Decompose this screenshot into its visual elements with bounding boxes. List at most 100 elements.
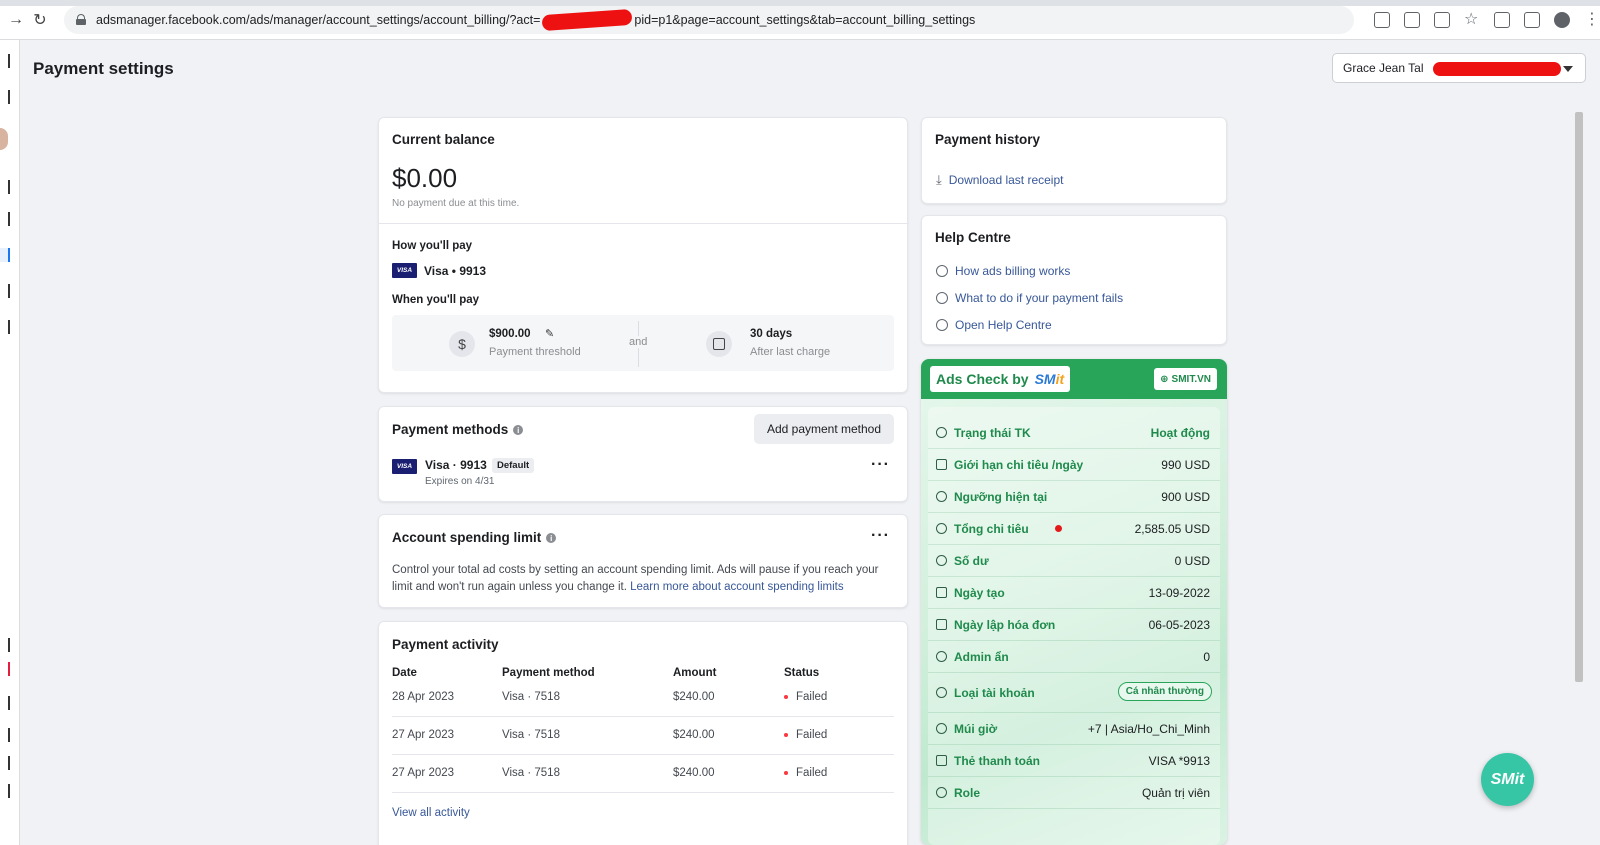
- share-icon[interactable]: [1434, 11, 1450, 28]
- payment-history-card: Payment history ⤓ Download last receipt: [921, 117, 1227, 204]
- info-row-threshold: Ngưỡng hiện tại 900 USD: [928, 481, 1220, 513]
- view-all-activity-link[interactable]: View all activity: [392, 807, 470, 819]
- help-link-open-help[interactable]: Open Help Centre: [936, 316, 1052, 334]
- page-scrollbar[interactable]: [1573, 98, 1585, 828]
- info-label: Ngày tạo: [954, 586, 1005, 600]
- column-header-method[interactable]: Payment method: [502, 667, 595, 679]
- edit-pencil-icon[interactable]: ✎: [545, 327, 554, 340]
- info-value: 0 USD: [1174, 554, 1210, 568]
- campaigns-icon[interactable]: [0, 180, 10, 194]
- clock-icon[interactable]: [0, 284, 10, 298]
- help-icon[interactable]: [0, 728, 10, 742]
- info-row-invoice-date: Ngày lập hóa đơn 06-05-2023: [928, 609, 1220, 641]
- alert-dot-icon: [1055, 525, 1062, 532]
- page-icon[interactable]: [0, 784, 10, 798]
- help-link-payment-fails[interactable]: What to do if your payment fails: [936, 289, 1123, 307]
- row-amount: $240.00: [673, 691, 715, 703]
- info-value: 2,585.05 USD: [1134, 522, 1210, 536]
- home-icon[interactable]: [0, 54, 10, 68]
- row-date: 27 Apr 2023: [392, 767, 455, 779]
- lock-icon: [76, 14, 86, 25]
- spending-limit-card: Account spending limit i ··· Control your…: [378, 514, 908, 608]
- column-header-date[interactable]: Date: [392, 667, 417, 679]
- when-you-pay-label: When you'll pay: [392, 294, 480, 306]
- smit-floating-button[interactable]: SMit: [1481, 753, 1534, 806]
- status-value: Hoạt động: [1150, 426, 1210, 440]
- more-options-icon[interactable]: ···: [871, 456, 890, 474]
- info-label: Số dư: [954, 554, 989, 568]
- info-value: 990 USD: [1161, 458, 1210, 472]
- avatar[interactable]: [0, 128, 8, 150]
- forward-icon[interactable]: →: [8, 10, 24, 30]
- help-link-open-help-text: Open Help Centre: [955, 318, 1052, 332]
- calendar-icon: [706, 331, 732, 357]
- calendar-icon: [936, 587, 947, 598]
- smit-logo: SMit: [1035, 371, 1065, 387]
- info-label: Loại tài khoản: [954, 686, 1035, 700]
- menu-icon[interactable]: [0, 90, 10, 104]
- reload-icon[interactable]: ↻: [32, 10, 48, 30]
- column-header-amount[interactable]: Amount: [673, 667, 716, 679]
- info-icon[interactable]: i: [513, 425, 524, 436]
- gear-icon[interactable]: [0, 638, 10, 652]
- learn-more-link[interactable]: Learn more about account spending limits: [630, 581, 844, 593]
- column-header-status[interactable]: Status: [784, 667, 819, 679]
- row-status-text: Failed: [796, 767, 828, 779]
- ads-check-title-text: Ads Check by: [936, 371, 1029, 387]
- bug-icon[interactable]: [0, 756, 10, 770]
- profile-icon[interactable]: [1554, 11, 1570, 28]
- menu-kebab-icon[interactable]: ⋮: [1584, 11, 1600, 28]
- info-label: Role: [954, 786, 981, 800]
- browser-toolbar: → ↻ adsmanager.facebook.com/ads/manager/…: [0, 0, 1600, 40]
- info-value: 900 USD: [1161, 490, 1210, 504]
- search-icon[interactable]: [0, 696, 10, 710]
- info-value: Quản trị viên: [1141, 786, 1210, 800]
- table-icon: [936, 459, 947, 470]
- row-method: Visa · 7518: [502, 691, 560, 703]
- and-label: and: [628, 336, 649, 348]
- account-selector[interactable]: Grace Jean Tal: [1332, 53, 1586, 83]
- smit-site-link[interactable]: ⊕ SMIT.VN: [1154, 368, 1217, 390]
- days-value: 30 days: [750, 328, 793, 340]
- help-link-billing[interactable]: How ads billing works: [936, 262, 1070, 280]
- table-row[interactable]: 28 Apr 2023 Visa · 7518 $240.00 Failed: [392, 679, 894, 717]
- help-centre-title: Help Centre: [935, 230, 1011, 245]
- spending-limit-description: Control your total ad costs by setting a…: [392, 562, 892, 596]
- info-row-account-type: Loại tài khoản Cá nhân thường: [928, 673, 1220, 713]
- smit-logo-a: SM: [1034, 371, 1056, 387]
- settings-icon[interactable]: [0, 320, 10, 334]
- help-link-payment-fails-text: What to do if your payment fails: [955, 291, 1124, 305]
- add-payment-method-button[interactable]: Add payment method: [754, 414, 894, 444]
- billing-icon[interactable]: [0, 248, 10, 262]
- flag-icon[interactable]: [0, 212, 10, 226]
- info-row-balance: Số dư 0 USD: [928, 545, 1220, 577]
- table-row[interactable]: 27 Apr 2023 Visa · 7518 $240.00 Failed: [392, 755, 894, 793]
- extensions-icon[interactable]: [1494, 11, 1510, 28]
- help-link-billing-text: How ads billing works: [955, 264, 1071, 278]
- address-bar[interactable]: adsmanager.facebook.com/ads/manager/acco…: [64, 5, 1354, 34]
- how-you-pay-label: How you'll pay: [392, 240, 473, 252]
- smit-site-text: SMIT.VN: [1171, 373, 1211, 385]
- row-status: Failed: [784, 729, 827, 741]
- scrollbar-thumb[interactable]: [1575, 112, 1583, 682]
- info-value: 13-09-2022: [1148, 586, 1210, 600]
- tab-strip: [0, 0, 1600, 6]
- failed-dot-icon: [784, 694, 788, 699]
- more-options-icon[interactable]: ···: [871, 527, 890, 545]
- download-icon: ⤓: [936, 172, 942, 187]
- side-panel-icon[interactable]: [1524, 11, 1540, 28]
- card-label: Visa • 9913: [424, 263, 487, 278]
- table-row[interactable]: 27 Apr 2023 Visa · 7518 $240.00 Failed: [392, 717, 894, 755]
- translate-icon[interactable]: [1404, 11, 1420, 28]
- download-receipt-link[interactable]: ⤓ Download last receipt: [936, 172, 1063, 188]
- table-icon: [936, 755, 947, 766]
- install-icon[interactable]: [1374, 11, 1390, 28]
- row-date: 28 Apr 2023: [392, 691, 455, 703]
- info-icon[interactable]: i: [546, 533, 557, 544]
- notifications-icon[interactable]: [0, 662, 10, 676]
- threshold-label: Payment threshold: [489, 346, 581, 358]
- url-end: pid=p1&page=account_settings&tab=account…: [634, 12, 976, 27]
- bookmark-star-icon[interactable]: ☆: [1464, 11, 1480, 28]
- current-balance-card: Current balance $0.00 No payment due at …: [378, 117, 909, 393]
- method-expiry: Expires on 4/31: [425, 476, 495, 487]
